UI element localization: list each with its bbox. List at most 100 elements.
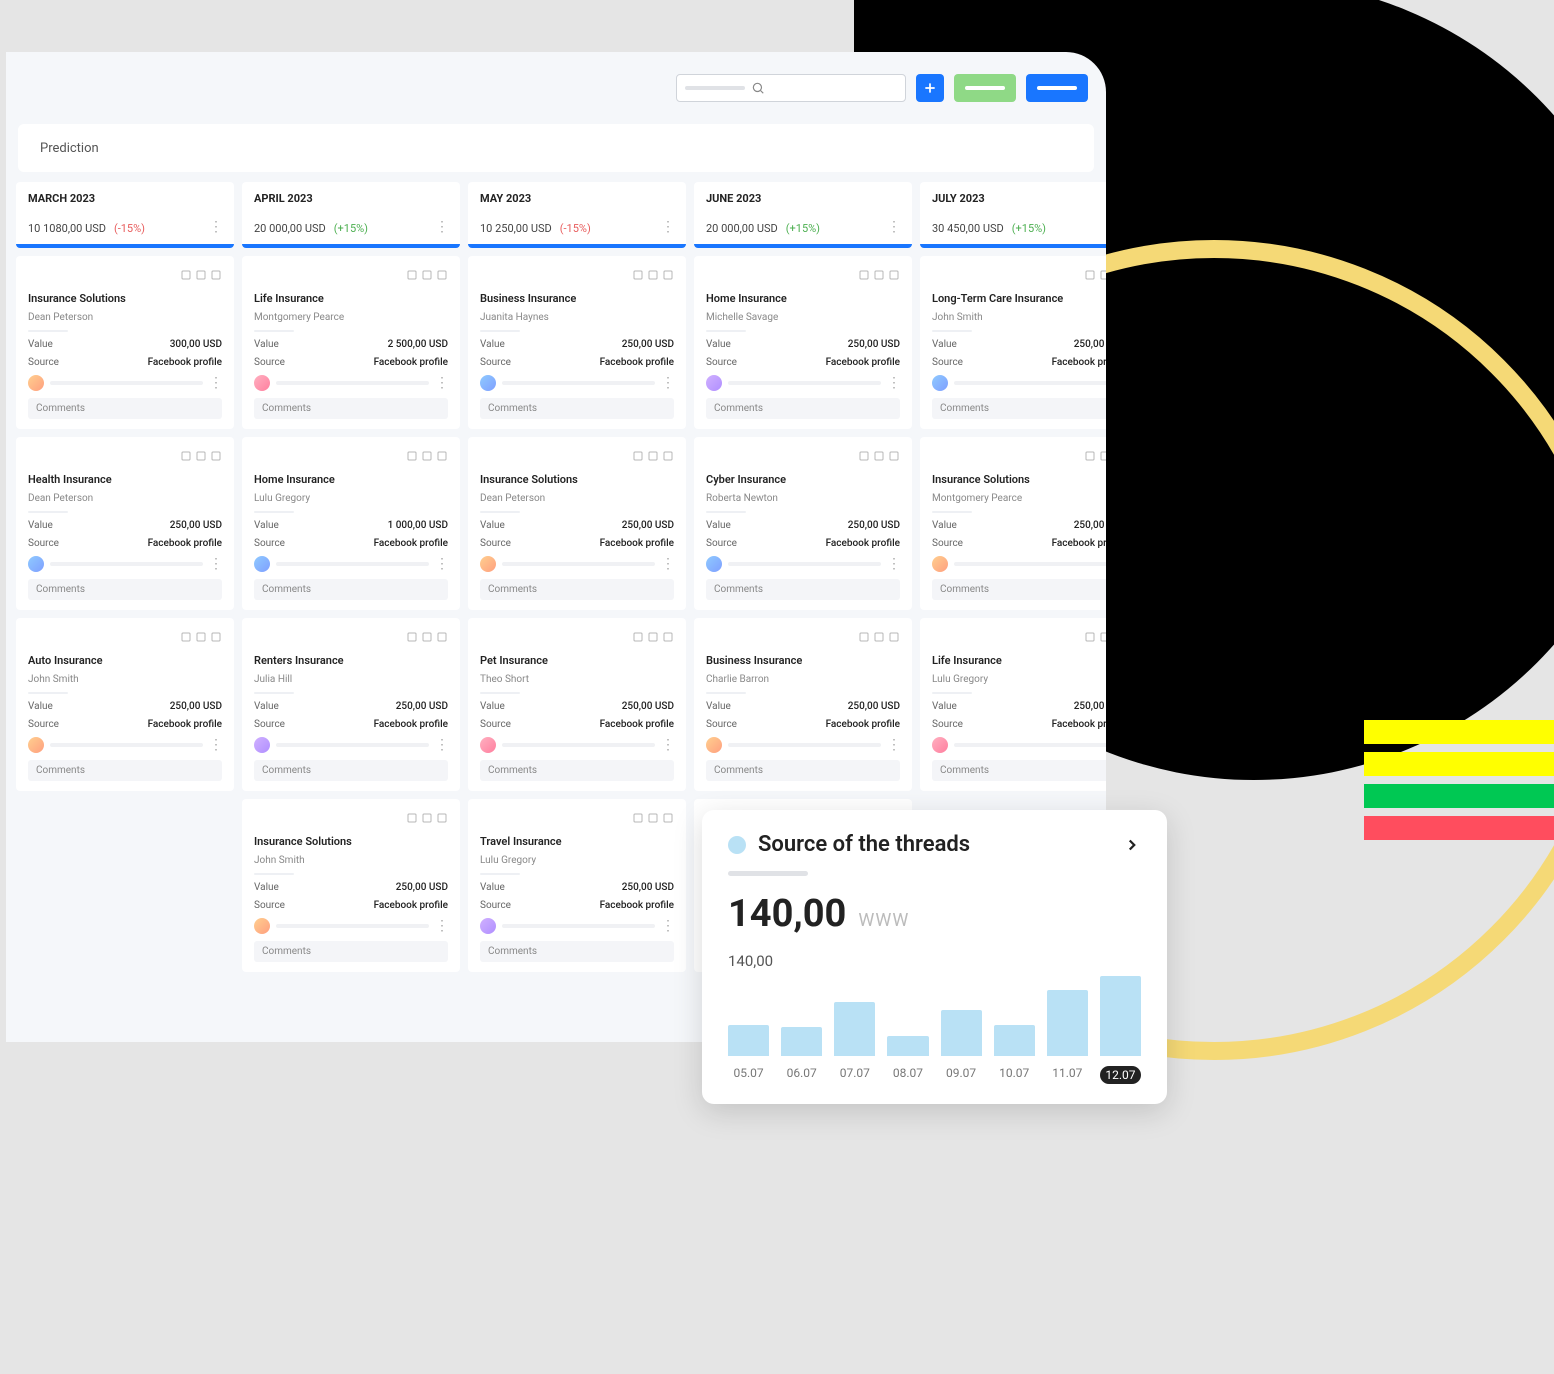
deal-card[interactable]: Home Insurance Michelle Savage Value250,… bbox=[694, 256, 912, 429]
chart-bar[interactable] bbox=[1047, 990, 1088, 1056]
deal-card[interactable]: Insurance Solutions Dean Peterson Value2… bbox=[468, 437, 686, 610]
deal-card[interactable]: Home Insurance Lulu Gregory Value1 000,0… bbox=[242, 437, 460, 610]
deal-card[interactable]: Insurance Solutions Dean Peterson Value3… bbox=[16, 256, 234, 429]
chart-bar[interactable] bbox=[728, 1025, 769, 1056]
card-divider bbox=[480, 330, 520, 332]
card-menu-button[interactable]: ⋮ bbox=[661, 737, 674, 753]
comments-input[interactable]: Comments bbox=[254, 941, 448, 962]
secondary-action-button[interactable] bbox=[954, 74, 1016, 102]
chart-x-label[interactable]: 07.07 bbox=[834, 1066, 875, 1084]
column-menu-button[interactable]: ⋮ bbox=[887, 219, 900, 235]
comments-input[interactable]: Comments bbox=[254, 579, 448, 600]
search-icon bbox=[751, 81, 765, 95]
card-value-label: Value bbox=[706, 339, 731, 350]
calendar-icon bbox=[647, 628, 659, 647]
deal-card[interactable]: Health Insurance Dean Peterson Value250,… bbox=[16, 437, 234, 610]
column-menu-button[interactable]: ⋮ bbox=[661, 219, 674, 235]
chart-x-label[interactable]: 05.07 bbox=[728, 1066, 769, 1084]
comments-input[interactable]: Comments bbox=[932, 398, 1106, 419]
card-owner: Montgomery Pearce bbox=[254, 312, 448, 323]
column-menu-button[interactable]: ⋮ bbox=[209, 219, 222, 235]
card-source-label: Source bbox=[706, 719, 737, 730]
card-source-label: Source bbox=[254, 357, 285, 368]
chart-bar[interactable] bbox=[781, 1027, 822, 1056]
card-owner: Juanita Haynes bbox=[480, 312, 674, 323]
comments-input[interactable]: Comments bbox=[480, 941, 674, 962]
assignee-placeholder bbox=[954, 562, 1106, 566]
chart-bar[interactable] bbox=[887, 1036, 928, 1056]
card-source: Facebook profile bbox=[374, 900, 448, 911]
add-button[interactable] bbox=[916, 74, 944, 102]
comments-input[interactable]: Comments bbox=[480, 760, 674, 781]
deal-card[interactable]: Pet Insurance Theo Short Value250,00 USD… bbox=[468, 618, 686, 791]
chart-bar[interactable] bbox=[1100, 976, 1141, 1056]
file-icon bbox=[436, 447, 448, 466]
search-input[interactable] bbox=[676, 74, 906, 102]
card-value-label: Value bbox=[480, 520, 505, 531]
deal-card[interactable]: Cyber Insurance Roberta Newton Value250,… bbox=[694, 437, 912, 610]
deal-card[interactable]: Auto Insurance John Smith Value250,00 US… bbox=[16, 618, 234, 791]
deal-card[interactable]: Life Insurance Montgomery Pearce Value2 … bbox=[242, 256, 460, 429]
chart-x-label[interactable]: 10.07 bbox=[994, 1066, 1035, 1084]
comments-input[interactable]: Comments bbox=[28, 398, 222, 419]
card-menu-button[interactable]: ⋮ bbox=[887, 556, 900, 572]
card-menu-button[interactable]: ⋮ bbox=[661, 918, 674, 934]
column-menu-button[interactable]: ⋮ bbox=[435, 219, 448, 235]
card-title: Insurance Solutions bbox=[254, 835, 448, 848]
card-menu-button[interactable]: ⋮ bbox=[435, 375, 448, 391]
card-menu-button[interactable]: ⋮ bbox=[887, 375, 900, 391]
calendar-icon bbox=[1099, 628, 1106, 647]
deal-card[interactable]: Long-Term Care Insurance John Smith Valu… bbox=[920, 256, 1106, 429]
chart-x-label[interactable]: 06.07 bbox=[781, 1066, 822, 1084]
comments-input[interactable]: Comments bbox=[706, 398, 900, 419]
clipboard-icon bbox=[1084, 628, 1096, 647]
chart-x-label[interactable]: 09.07 bbox=[941, 1066, 982, 1084]
deal-card[interactable]: Travel Insurance Lulu Gregory Value250,0… bbox=[468, 799, 686, 972]
calendar-icon bbox=[195, 447, 207, 466]
card-menu-button[interactable]: ⋮ bbox=[887, 737, 900, 753]
comments-input[interactable]: Comments bbox=[706, 579, 900, 600]
comments-input[interactable]: Comments bbox=[28, 579, 222, 600]
card-menu-button[interactable]: ⋮ bbox=[435, 918, 448, 934]
comments-input[interactable]: Comments bbox=[706, 760, 900, 781]
card-menu-button[interactable]: ⋮ bbox=[435, 556, 448, 572]
chart-x-label[interactable]: 11.07 bbox=[1047, 1066, 1088, 1084]
card-source: Facebook profile bbox=[600, 719, 674, 730]
chart-bar[interactable] bbox=[834, 1002, 875, 1056]
deal-card[interactable]: Life Insurance Lulu Gregory Value250,00 … bbox=[920, 618, 1106, 791]
comments-input[interactable]: Comments bbox=[932, 579, 1106, 600]
card-value-label: Value bbox=[28, 520, 53, 531]
card-menu-button[interactable]: ⋮ bbox=[661, 375, 674, 391]
card-divider bbox=[706, 692, 746, 694]
column-header: JULY 2023 30 450,00 USD (+15%) ⋮ bbox=[920, 182, 1106, 248]
comments-input[interactable]: Comments bbox=[932, 760, 1106, 781]
card-value-label: Value bbox=[254, 339, 279, 350]
tab-prediction[interactable]: Prediction bbox=[40, 141, 99, 156]
chart-x-label[interactable]: 08.07 bbox=[887, 1066, 928, 1084]
card-menu-button[interactable]: ⋮ bbox=[209, 375, 222, 391]
deal-card[interactable]: Renters Insurance Julia Hill Value250,00… bbox=[242, 618, 460, 791]
deal-card[interactable]: Business Insurance Juanita Haynes Value2… bbox=[468, 256, 686, 429]
comments-input[interactable]: Comments bbox=[28, 760, 222, 781]
deal-card[interactable]: Business Insurance Charlie Barron Value2… bbox=[694, 618, 912, 791]
clipboard-icon bbox=[180, 628, 192, 647]
chart-x-label[interactable]: 12.07 bbox=[1100, 1066, 1141, 1084]
chart-bar[interactable] bbox=[994, 1025, 1035, 1056]
card-owner: Montgomery Pearce bbox=[932, 493, 1106, 504]
card-menu-button[interactable]: ⋮ bbox=[209, 556, 222, 572]
card-menu-button[interactable]: ⋮ bbox=[661, 556, 674, 572]
card-owner: Roberta Newton bbox=[706, 493, 900, 504]
primary-action-button[interactable] bbox=[1026, 74, 1088, 102]
comments-input[interactable]: Comments bbox=[480, 398, 674, 419]
comments-input[interactable]: Comments bbox=[480, 579, 674, 600]
deal-card[interactable]: Insurance Solutions Montgomery Pearce Va… bbox=[920, 437, 1106, 610]
deal-card[interactable]: Insurance Solutions John Smith Value250,… bbox=[242, 799, 460, 972]
avatar bbox=[254, 375, 270, 391]
card-title: Auto Insurance bbox=[28, 654, 222, 667]
card-menu-button[interactable]: ⋮ bbox=[435, 737, 448, 753]
chart-bar[interactable] bbox=[941, 1010, 982, 1056]
comments-input[interactable]: Comments bbox=[254, 398, 448, 419]
card-menu-button[interactable]: ⋮ bbox=[209, 737, 222, 753]
comments-input[interactable]: Comments bbox=[254, 760, 448, 781]
chevron-right-icon[interactable] bbox=[1123, 836, 1141, 854]
